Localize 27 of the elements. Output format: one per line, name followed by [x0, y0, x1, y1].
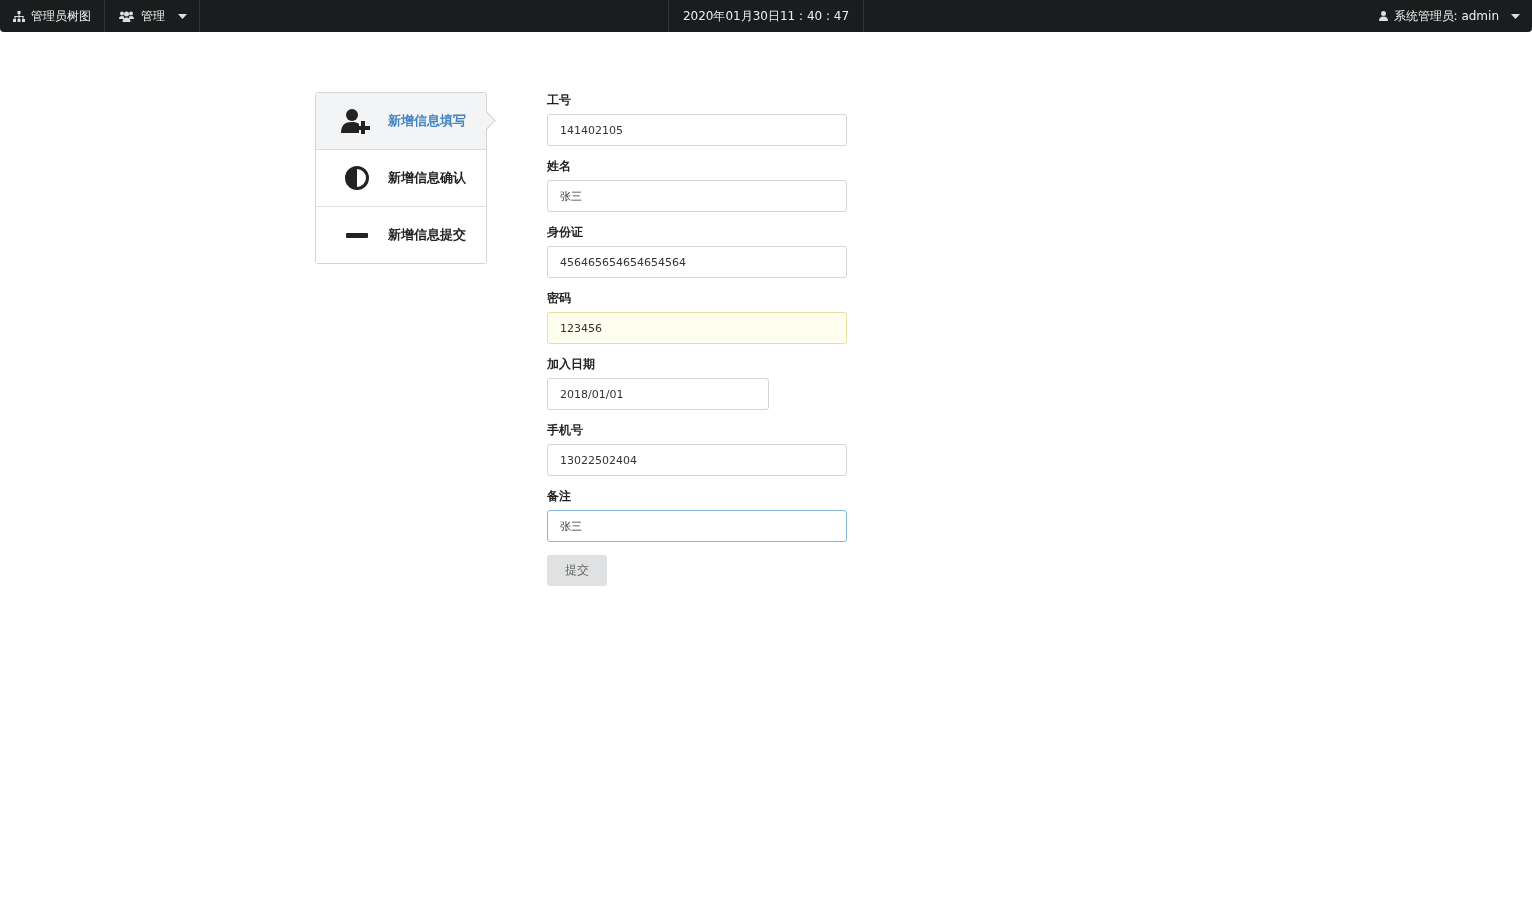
nav-menu-item[interactable]: 管理员树图	[0, 0, 105, 32]
minus-icon	[346, 232, 368, 238]
caret-icon	[1511, 13, 1520, 19]
field-label: 手机号	[547, 422, 584, 439]
submit-button[interactable]: 提交	[547, 555, 607, 586]
add-user-icon	[341, 108, 373, 134]
field-label: 身份证	[547, 224, 584, 241]
field-label: 密码	[547, 290, 572, 307]
user-icon	[1378, 11, 1388, 21]
datetime: 2020年01月30日11 : 40 : 47	[667, 0, 865, 32]
input-field[interactable]: 张三	[547, 510, 847, 542]
input-field[interactable]: 2018/01/01	[547, 378, 769, 410]
user-menu[interactable]: 系统管理员: admin	[1365, 0, 1532, 32]
contrast-icon	[345, 166, 369, 190]
field-label: 工号	[547, 92, 572, 109]
input-field[interactable]: 141402105	[547, 114, 847, 146]
input-field[interactable]: 13022502404	[547, 444, 847, 476]
field-label: 备注	[547, 488, 572, 505]
input-field[interactable]: 张三	[547, 180, 847, 212]
caret-icon	[178, 13, 187, 19]
nav-menu-item[interactable]: 管理	[105, 0, 200, 32]
field-label: 加入日期	[547, 356, 596, 373]
sitemap-icon	[13, 10, 25, 22]
users-icon	[119, 10, 134, 22]
field-label: 姓名	[547, 158, 572, 175]
input-field[interactable]: 123456	[547, 312, 847, 344]
input-field[interactable]: 456465654654654564	[547, 246, 847, 278]
